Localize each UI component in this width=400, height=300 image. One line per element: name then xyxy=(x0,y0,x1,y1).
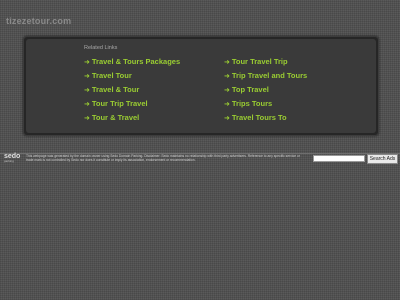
related-link[interactable]: ➜ Travel & Tours Packages xyxy=(84,57,180,66)
arrow-right-icon: ➜ xyxy=(84,87,90,94)
sedo-logo[interactable]: sedo parking xyxy=(4,153,20,163)
related-link-label: Travel & Tour xyxy=(91,85,140,94)
related-link[interactable]: ➜ Trip Travel and Tours xyxy=(224,71,307,80)
related-link-label: Tour & Travel xyxy=(91,113,140,122)
disclaimer-text: This webpage was generated by the domain… xyxy=(26,154,300,162)
arrow-right-icon: ➜ xyxy=(224,59,230,66)
related-link-label: Travel Tours To xyxy=(231,113,287,122)
site-title[interactable]: tizezetour.com xyxy=(6,16,71,26)
related-links-panel: Related Links ➜ Travel & Tours Packages ➜… xyxy=(23,36,379,136)
related-link[interactable]: ➜ Tour Trip Travel xyxy=(84,99,148,108)
arrow-right-icon: ➜ xyxy=(84,115,90,122)
search-input[interactable] xyxy=(313,155,365,162)
related-link[interactable]: ➜ Trips Tours xyxy=(224,99,272,108)
related-link[interactable]: ➜ Tour Travel Trip xyxy=(224,57,288,66)
sedo-logo-subtext: parking xyxy=(4,159,14,163)
arrow-right-icon: ➜ xyxy=(84,101,90,108)
related-link-label: Trips Tours xyxy=(231,99,273,108)
related-link[interactable]: ➜ Travel Tours To xyxy=(224,113,287,122)
related-link-label: Trip Travel and Tours xyxy=(231,71,308,80)
related-link-label: Tour Travel Trip xyxy=(231,57,288,66)
arrow-right-icon: ➜ xyxy=(224,73,230,80)
related-link-label: Top Travel xyxy=(231,85,269,94)
arrow-right-icon: ➜ xyxy=(224,115,230,122)
related-link-label: Travel & Tours Packages xyxy=(91,57,181,66)
related-link-label: Travel Tour xyxy=(91,71,132,80)
related-links-panel-inner: Related Links ➜ Travel & Tours Packages ➜… xyxy=(26,39,376,133)
arrow-right-icon: ➜ xyxy=(84,73,90,80)
related-link[interactable]: ➜ Top Travel xyxy=(224,85,269,94)
related-link[interactable]: ➜ Tour & Travel xyxy=(84,113,139,122)
related-link[interactable]: ➜ Travel & Tour xyxy=(84,85,139,94)
related-link-label: Tour Trip Travel xyxy=(91,99,148,108)
search-ads-button[interactable]: Search Ads xyxy=(367,154,398,164)
arrow-right-icon: ➜ xyxy=(224,101,230,108)
arrow-right-icon: ➜ xyxy=(224,87,230,94)
related-links-heading: Related Links xyxy=(84,45,118,51)
arrow-right-icon: ➜ xyxy=(84,59,90,66)
related-link[interactable]: ➜ Travel Tour xyxy=(84,71,132,80)
